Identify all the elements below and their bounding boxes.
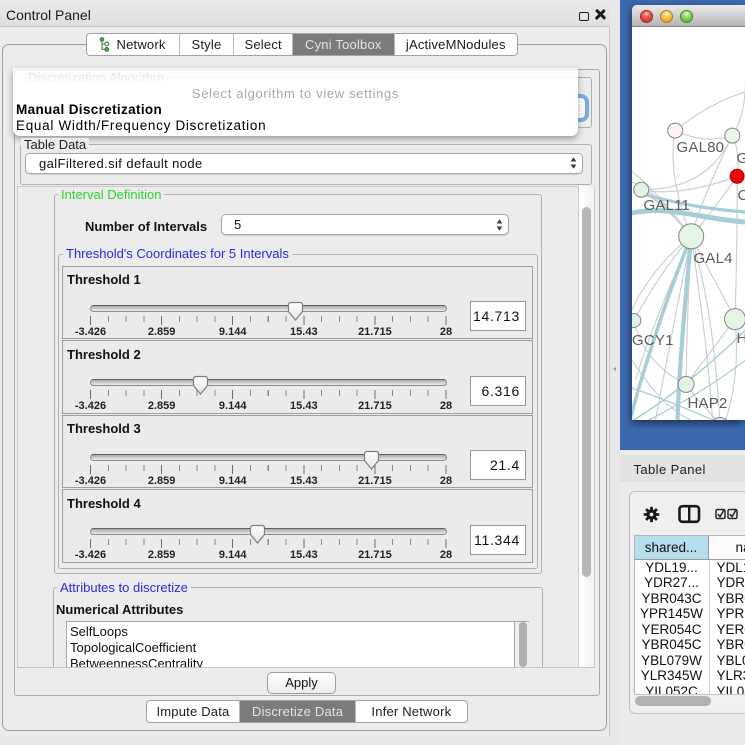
svg-text:H: H [736,330,745,347]
svg-text:C: C [737,187,745,204]
svg-text:GAL4: GAL4 [693,250,732,267]
svg-text:GCY1: GCY1 [632,332,674,349]
svg-text:GAL11: GAL11 [643,197,690,214]
svg-text:GA: GA [736,150,745,167]
svg-text:GAL80: GAL80 [676,139,724,156]
svg-text:HAP2: HAP2 [687,395,727,412]
